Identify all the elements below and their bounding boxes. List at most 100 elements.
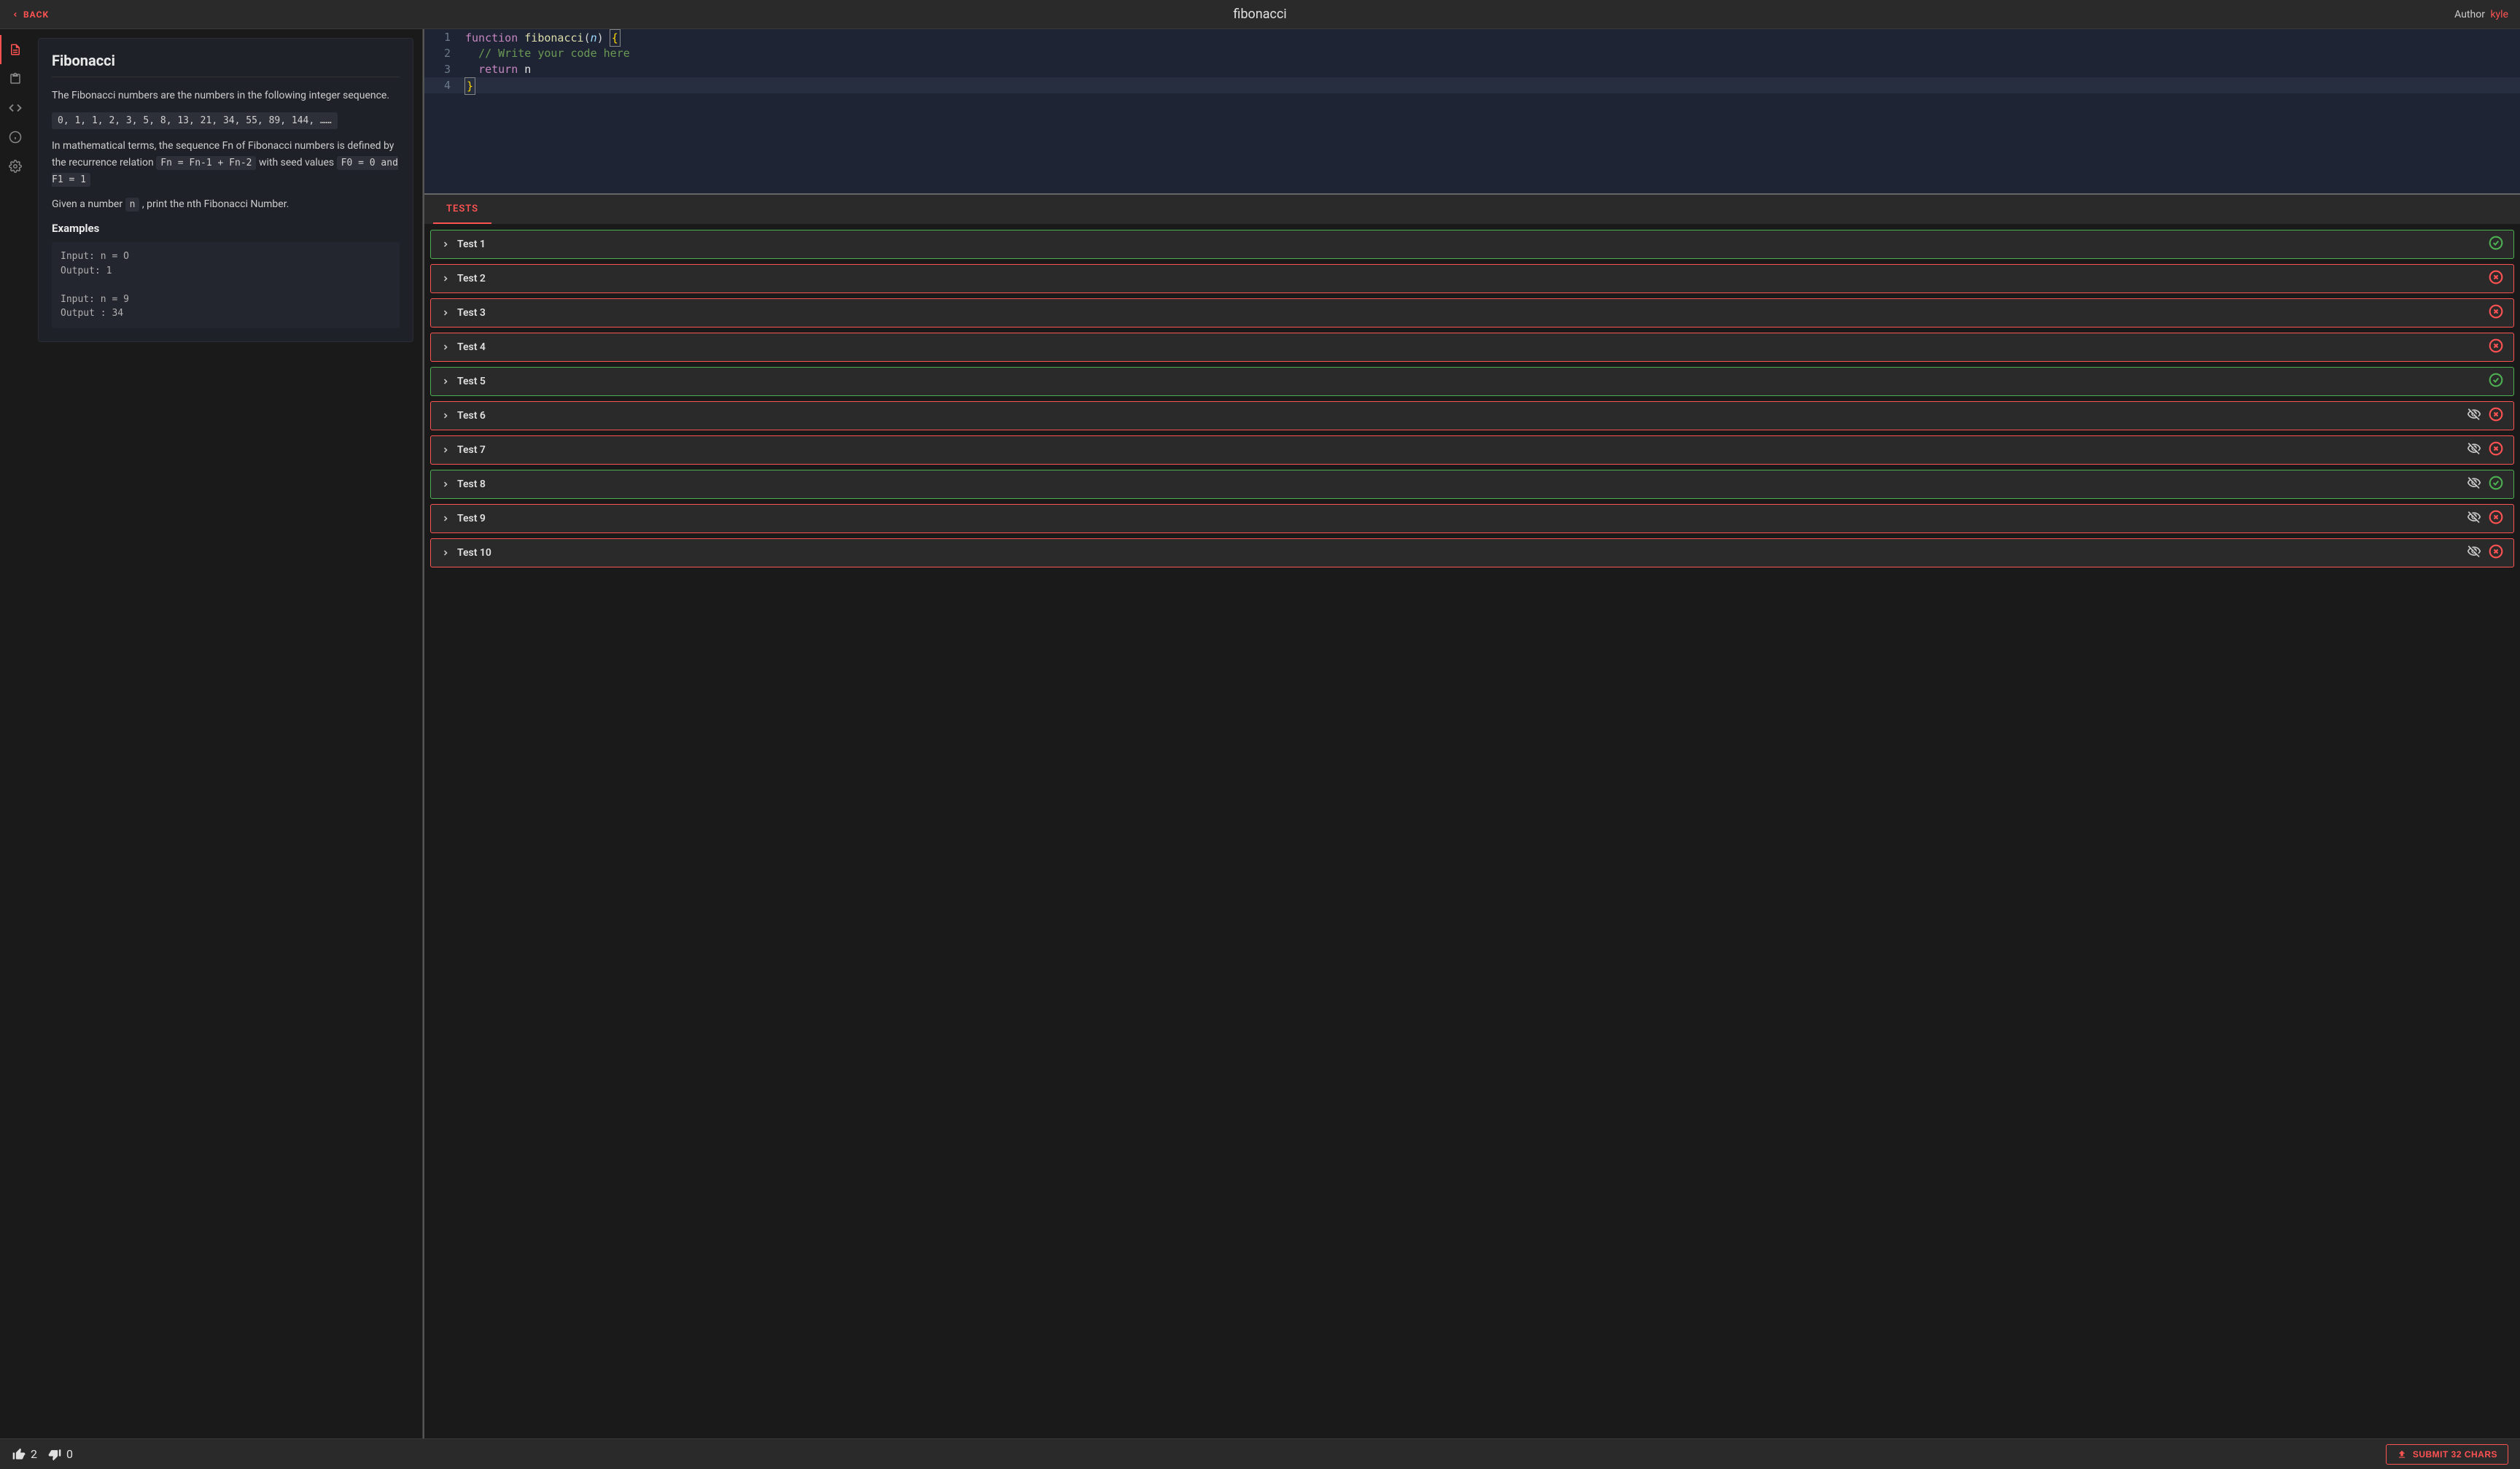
chevron-right-icon (441, 446, 450, 454)
test-row[interactable]: Test 9 (430, 504, 2514, 533)
test-label: Test 2 (457, 273, 2489, 284)
upvote-count: 2 (31, 1447, 37, 1461)
tests-panel: TESTS Test 1Test 2Test 3Test 4Test 5Test… (424, 193, 2520, 1438)
test-row[interactable]: Test 8 (430, 470, 2514, 499)
test-status-icons (2467, 510, 2503, 527)
seed-prefix: with seed values (256, 157, 336, 168)
x-circle-icon (2489, 510, 2503, 527)
hidden-icon (2467, 510, 2481, 527)
test-status-icons (2467, 407, 2503, 425)
chevron-right-icon (441, 480, 450, 489)
sidebar-item-description[interactable] (0, 35, 29, 64)
test-label: Test 8 (457, 478, 2467, 490)
check-circle-icon (2489, 373, 2503, 390)
test-status-icons (2489, 304, 2503, 322)
line-number: 4 (424, 77, 465, 93)
test-status-icons (2467, 476, 2503, 493)
test-label: Test 9 (457, 513, 2467, 524)
test-row[interactable]: Test 5 (430, 367, 2514, 396)
test-label: Test 4 (457, 341, 2489, 353)
given-prefix: Given a number (52, 198, 125, 210)
thumbs-up-icon (12, 1447, 26, 1462)
test-row[interactable]: Test 6 (430, 401, 2514, 430)
line-number: 2 (424, 45, 465, 61)
code-line-1: function fibonacci(n) { (465, 29, 621, 45)
sidebar (0, 29, 29, 1438)
upvote-button[interactable]: 2 (12, 1447, 37, 1462)
sidebar-item-code[interactable] (0, 93, 29, 123)
x-circle-icon (2489, 270, 2503, 287)
hidden-icon (2467, 441, 2481, 459)
downvote-button[interactable]: 0 (47, 1447, 73, 1462)
back-label: BACK (23, 9, 49, 20)
line-number: 1 (424, 29, 465, 45)
line-number: 3 (424, 61, 465, 77)
x-circle-icon (2489, 338, 2503, 356)
clipboard-icon (9, 72, 22, 85)
chevron-right-icon (441, 343, 450, 352)
x-circle-icon (2489, 407, 2503, 425)
test-label: Test 3 (457, 307, 2489, 319)
chevron-right-icon (441, 514, 450, 523)
test-row[interactable]: Test 1 (430, 230, 2514, 259)
code-line-4: } (465, 77, 475, 93)
chevron-right-icon (441, 411, 450, 420)
test-row[interactable]: Test 2 (430, 264, 2514, 293)
code-editor[interactable]: 1 function fibonacci(n) { 2 // Write you… (424, 29, 2520, 193)
test-row[interactable]: Test 4 (430, 333, 2514, 362)
upload-icon (2397, 1449, 2407, 1460)
given-var: n (125, 198, 140, 212)
test-row[interactable]: Test 7 (430, 435, 2514, 465)
test-status-icons (2467, 441, 2503, 459)
check-circle-icon (2489, 236, 2503, 253)
chevron-right-icon (441, 377, 450, 386)
sidebar-item-settings[interactable] (0, 152, 29, 181)
given-paragraph: Given a number n , print the nth Fibonac… (52, 196, 400, 213)
thumbs-down-icon (47, 1447, 62, 1462)
author-info: Author kyle (2454, 9, 2508, 20)
submit-label: SUBMIT 32 CHARS (2413, 1449, 2497, 1460)
code-icon (9, 101, 22, 115)
tests-list: Test 1 Test 2 Test 3 Test 4 Test 5 Test 6 Test… (424, 224, 2520, 1438)
submit-button[interactable]: SUBMIT 32 CHARS (2386, 1444, 2508, 1465)
chevron-right-icon (441, 274, 450, 283)
gear-icon (9, 160, 22, 173)
test-status-icons (2467, 544, 2503, 562)
problem-intro: The Fibonacci numbers are the numbers in… (52, 88, 400, 104)
test-status-icons (2489, 373, 2503, 390)
test-status-icons (2489, 270, 2503, 287)
chevron-right-icon (441, 309, 450, 317)
recurrence-paragraph: In mathematical terms, the sequence Fn o… (52, 138, 400, 187)
tests-tabs: TESTS (424, 195, 2520, 224)
code-line-3: return n (465, 61, 531, 77)
problem-card: Fibonacci The Fibonacci numbers are the … (38, 38, 413, 342)
document-icon (9, 43, 22, 56)
test-label: Test 7 (457, 444, 2467, 456)
x-circle-icon (2489, 441, 2503, 459)
test-row[interactable]: Test 3 (430, 298, 2514, 327)
given-suffix: , print the nth Fibonacci Number. (139, 198, 289, 210)
x-circle-icon (2489, 304, 2503, 322)
info-icon (9, 131, 22, 144)
test-label: Test 1 (457, 239, 2489, 250)
sidebar-item-clipboard[interactable] (0, 64, 29, 93)
examples-heading: Examples (52, 222, 400, 235)
chevron-left-icon (12, 11, 19, 18)
test-label: Test 6 (457, 410, 2467, 422)
topbar: BACK fibonacci Author kyle (0, 0, 2520, 29)
author-prefix: Author (2454, 9, 2485, 20)
tab-tests[interactable]: TESTS (433, 195, 491, 224)
hidden-icon (2467, 476, 2481, 493)
problem-title: Fibonacci (52, 52, 400, 77)
right-panel: 1 function fibonacci(n) { 2 // Write you… (423, 29, 2520, 1438)
test-row[interactable]: Test 10 (430, 538, 2514, 567)
chevron-right-icon (441, 240, 450, 249)
problem-panel: Fibonacci The Fibonacci numbers are the … (29, 29, 423, 1438)
test-status-icons (2489, 338, 2503, 356)
author-name[interactable]: kyle (2490, 9, 2508, 20)
footer: 2 0 SUBMIT 32 CHARS (0, 1438, 2520, 1469)
examples-block: Input: n = O Output: 1 Input: n = 9 Outp… (52, 242, 400, 328)
back-button[interactable]: BACK (12, 9, 49, 20)
sidebar-item-info[interactable] (0, 123, 29, 152)
page-title: fibonacci (1233, 7, 1286, 22)
